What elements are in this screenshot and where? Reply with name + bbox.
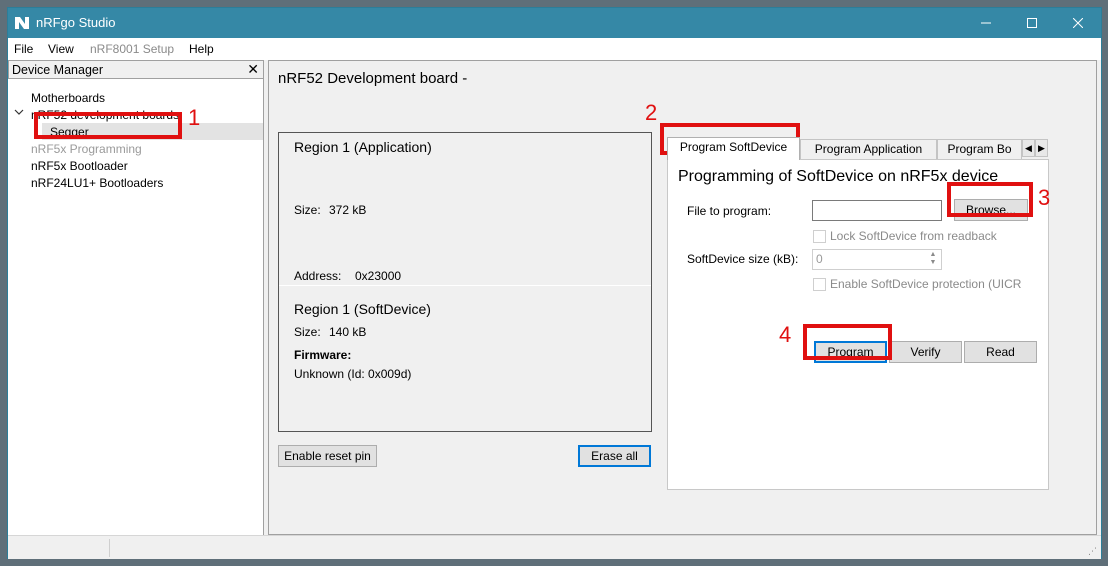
minimize-icon — [981, 22, 991, 24]
tree-item-nrf24lu1-bootloaders[interactable]: nRF24LU1+ Bootloaders — [31, 176, 163, 190]
tab-program-application[interactable]: Program Application — [800, 139, 937, 159]
region-app-title: Region 1 (Application) — [294, 139, 432, 155]
resize-grip-icon[interactable]: ⋰ — [1088, 546, 1098, 556]
softdevice-size-label: SoftDevice size (kB): — [687, 252, 799, 266]
annotation-number-1: 1 — [188, 105, 201, 130]
softdevice-size-spinbox[interactable]: 0 ▲ ▼ — [812, 249, 942, 270]
region-app-address-label: Address: — [294, 269, 342, 283]
maximize-button[interactable] — [1009, 8, 1055, 38]
tree-item-nrf5x-programming[interactable]: nRF5x Programming — [31, 142, 142, 156]
erase-all-button[interactable]: Erase all — [578, 445, 651, 467]
menu-help[interactable]: Help — [189, 42, 214, 56]
enable-protection-checkbox[interactable] — [813, 278, 826, 291]
menu-nrf8001-setup[interactable]: nRF8001 Setup — [90, 42, 174, 56]
spin-arrows-icon[interactable]: ▲ ▼ — [926, 251, 940, 268]
tab-program-bootloader[interactable]: Program Bo — [937, 139, 1022, 159]
menu-bar: File View nRF8001 Setup Help — [8, 38, 1101, 60]
read-button[interactable]: Read — [964, 341, 1037, 363]
region-divider — [279, 285, 651, 286]
annotation-number-3: 3 — [1038, 185, 1051, 210]
window-title: nRFgo Studio — [36, 15, 116, 30]
region-app-size-value: 372 kB — [329, 203, 367, 217]
board-title: nRF52 Development board - — [278, 70, 468, 87]
region-softdevice-title: Region 1 (SoftDevice) — [294, 301, 431, 317]
annotation-box-1 — [34, 112, 182, 139]
close-button[interactable] — [1055, 8, 1101, 38]
title-bar[interactable]: nRFgo Studio — [8, 8, 1101, 38]
device-manager-header: Device Manager ✕ — [8, 60, 264, 79]
annotation-number-4: 4 — [779, 322, 792, 347]
enable-reset-pin-button[interactable]: Enable reset pin — [278, 445, 377, 467]
file-to-program-input[interactable] — [812, 200, 942, 221]
annotation-box-3 — [947, 182, 1033, 217]
region-sd-firmware-value: Unknown (Id: 0x009d) — [294, 367, 412, 381]
file-to-program-label: File to program: — [687, 204, 772, 218]
status-separator — [109, 539, 110, 557]
enable-protection-label: Enable SoftDevice protection (UICR — [830, 277, 1022, 291]
lock-softdevice-checkbox[interactable] — [813, 230, 826, 243]
minimize-button[interactable] — [963, 8, 1009, 38]
app-window: nRFgo Studio File View nRF8001 Setup Hel… — [7, 7, 1102, 559]
region-app-size-label: Size: — [294, 203, 321, 217]
tree-item-motherboards[interactable]: Motherboards — [31, 91, 105, 105]
region-app-address-value: 0x23000 — [355, 269, 402, 283]
tab-program-softdevice[interactable]: Program SoftDevice — [667, 137, 800, 160]
close-icon — [1073, 18, 1083, 28]
softdevice-size-value: 0 — [816, 252, 823, 266]
region-sd-size-label: Size: — [294, 325, 321, 339]
device-manager-title: Device Manager — [12, 63, 104, 77]
maximize-icon — [1027, 18, 1037, 28]
nrfgo-logo-icon — [15, 17, 29, 29]
chevron-down-icon[interactable] — [14, 107, 24, 117]
lock-softdevice-label: Lock SoftDevice from readback — [830, 229, 997, 243]
program-tabs: Program SoftDevice Program Application P… — [667, 137, 1049, 160]
tab-scroll-right-icon[interactable]: ▶ — [1035, 139, 1048, 157]
annotation-box-4 — [803, 324, 892, 360]
tab-scroll-left-icon[interactable]: ◀ — [1022, 139, 1035, 157]
region-sd-firmware-label: Firmware: — [294, 348, 352, 362]
status-bar: ⋰ — [8, 535, 1101, 559]
annotation-number-2: 2 — [645, 100, 658, 125]
tree-item-nrf5x-bootloader[interactable]: nRF5x Bootloader — [31, 159, 128, 173]
menu-file[interactable]: File — [14, 42, 33, 56]
device-manager-close-icon[interactable]: ✕ — [247, 61, 259, 78]
region-sd-size-value: 140 kB — [329, 325, 367, 339]
verify-button[interactable]: Verify — [889, 341, 962, 363]
menu-view[interactable]: View — [48, 42, 74, 56]
memory-regions-box: Region 1 (Application) Size: 372 kB Addr… — [278, 132, 652, 432]
